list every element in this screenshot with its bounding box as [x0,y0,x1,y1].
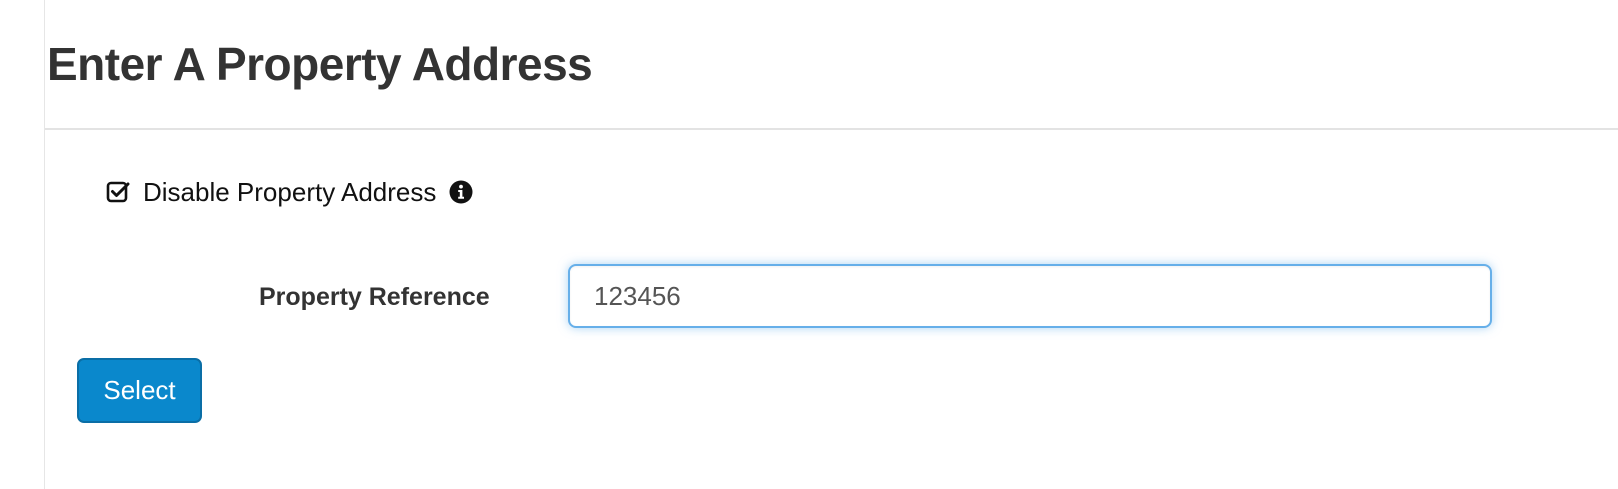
info-circle-icon[interactable] [448,179,474,205]
page-title: Enter A Property Address [47,38,593,90]
property-reference-input[interactable] [568,264,1492,328]
form-panel: Enter A Property Address Disable Propert… [44,0,1618,489]
disable-address-label[interactable]: Disable Property Address [143,177,436,208]
header-divider [45,128,1618,130]
select-button[interactable]: Select [77,358,202,423]
checkbox-checked-icon[interactable] [105,179,131,205]
property-reference-label: Property Reference [259,283,490,311]
disable-address-checkbox[interactable]: Disable Property Address [105,174,474,210]
